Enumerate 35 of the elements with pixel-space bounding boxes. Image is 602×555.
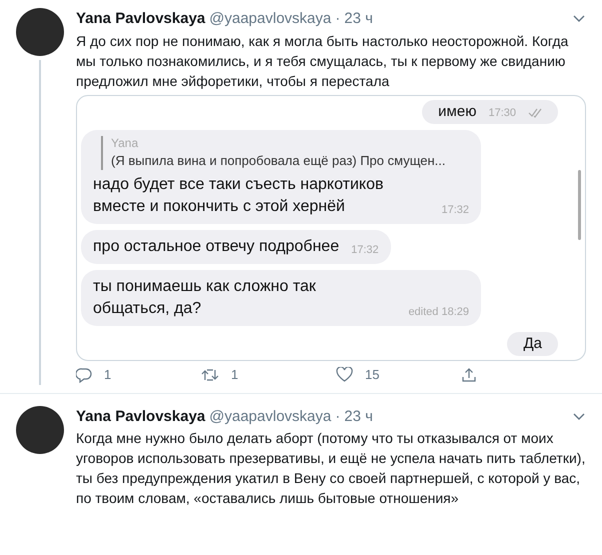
quote-author: Yana <box>111 136 140 150</box>
message-text: имею <box>438 102 476 122</box>
separator-dot: · <box>335 9 340 29</box>
scrollbar <box>578 170 581 240</box>
like-count: 15 <box>365 366 380 384</box>
reply-count: 1 <box>104 366 112 384</box>
author-handle: @yaapavlovskaya <box>209 9 332 29</box>
chevron-down-icon[interactable] <box>572 14 586 24</box>
message-text: ты понимаешь как сложно так общаться, да? <box>93 277 317 319</box>
avatar[interactable] <box>16 406 64 454</box>
heart-icon[interactable] <box>336 367 353 382</box>
author-name[interactable]: Yana Pavlovskaya <box>76 406 206 428</box>
message-time: 17:32 <box>351 242 379 258</box>
chevron-down-icon[interactable] <box>572 412 586 422</box>
message-text: про остальное отвечу подробнее <box>93 237 340 257</box>
avatar[interactable] <box>16 8 64 56</box>
separator-dot: · <box>335 406 340 426</box>
reply-icon[interactable] <box>76 366 92 383</box>
quote-text: (Я выпила вина и попробовала ещё раз) Про смущен... <box>111 152 447 170</box>
retweet-count: 1 <box>231 366 238 384</box>
message-text: Да <box>523 334 542 354</box>
author-name[interactable]: Yana Pavlovskaya <box>76 8 206 30</box>
tweet-time[interactable]: 23 ч <box>344 406 373 428</box>
double-check-icon <box>528 108 542 118</box>
tweet-text: Я до сих пор не понимаю, как я могла быть настолько неосторожной. Когда мы только познакомились, и я тебя смущалась, ты к первому же свиданию предложил мне эйфоретики, чтобы я перестала <box>76 32 570 90</box>
share-icon[interactable] <box>461 366 477 383</box>
message-text: надо будет все таки съесть наркотиков вместе и покончить с этой хернёй <box>93 175 384 217</box>
message-time: 17:30 <box>488 106 516 121</box>
retweet-icon[interactable] <box>201 368 219 382</box>
message-time: edited 18:29 <box>408 304 469 320</box>
chat-screenshot[interactable] <box>76 94 586 361</box>
message-time: 17:32 <box>441 202 469 218</box>
tweet-text: Когда мне нужно было делать аборт (потому что ты отказывался от моих уговоров использовать презервативы, и ещё не успела начать пить таблетки), ты без предупреждения укатил в Вену со своей партнершей, с которой у вас, по твоим словам, «оставались лишь бытовые отношения» <box>76 429 586 508</box>
author-handle: @yaapavlovskaya <box>209 406 332 426</box>
tweet-time[interactable]: 23 ч <box>344 8 373 30</box>
